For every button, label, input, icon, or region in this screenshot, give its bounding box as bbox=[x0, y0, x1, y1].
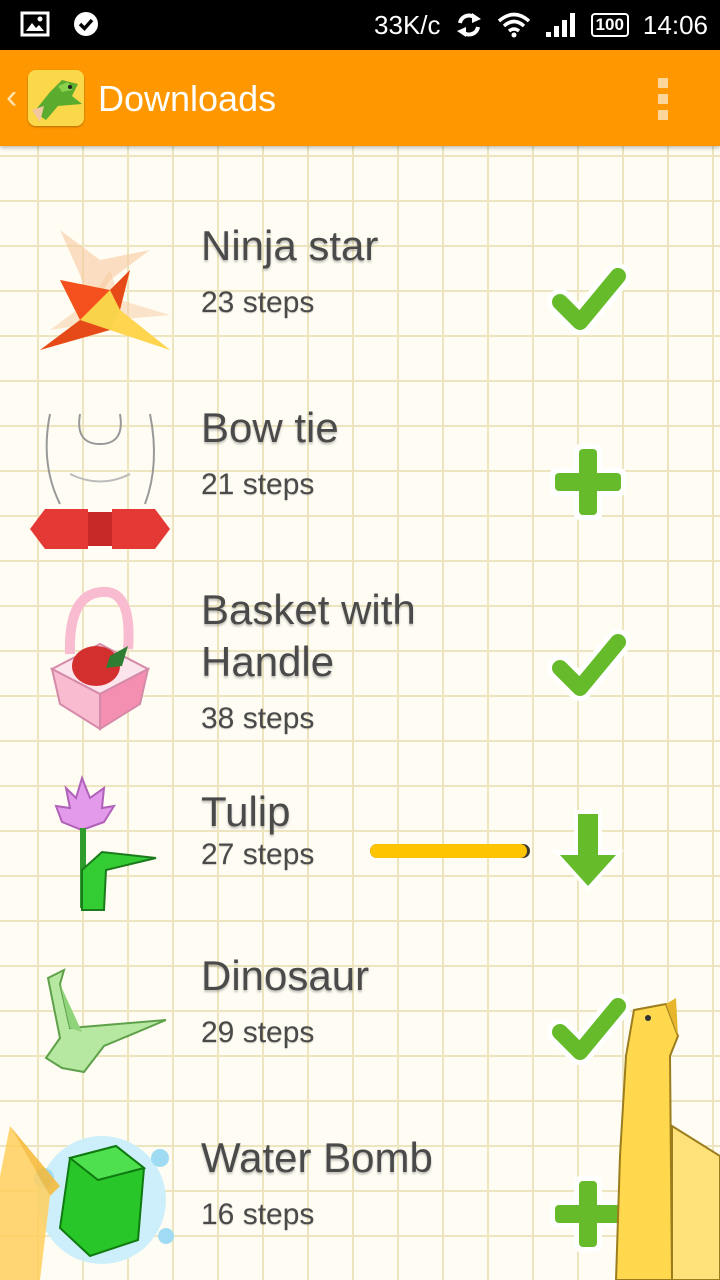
item-title: Bow tie bbox=[201, 404, 339, 451]
page-title: Downloads bbox=[98, 78, 277, 119]
item-steps: 27 steps bbox=[201, 838, 315, 871]
app-logo[interactable] bbox=[28, 70, 84, 126]
item-steps: 29 steps bbox=[201, 1016, 315, 1049]
item-steps: 23 steps bbox=[201, 286, 315, 319]
clock: 14:06 bbox=[642, 10, 708, 40]
check-notification-icon bbox=[74, 12, 98, 36]
item-title: Water Bomb bbox=[201, 1134, 433, 1181]
list-item[interactable]: Bow tie 21 steps bbox=[0, 382, 720, 562]
battery-indicator: 100 bbox=[590, 13, 629, 37]
basket-icon bbox=[49, 586, 151, 731]
add-icon[interactable] bbox=[546, 440, 630, 524]
network-speed: 33K/c bbox=[374, 10, 441, 40]
item-steps: 21 steps bbox=[201, 468, 315, 501]
overflow-menu-icon[interactable] bbox=[648, 74, 678, 124]
list-item[interactable]: Tulip 27 steps bbox=[0, 766, 720, 926]
download-progress-bar bbox=[370, 844, 530, 858]
item-title: Dinosaur bbox=[201, 952, 370, 999]
wifi-icon bbox=[497, 12, 530, 38]
item-title: Basket with Handle bbox=[201, 586, 416, 685]
list-item[interactable]: Basket with Handle 38 steps bbox=[0, 564, 720, 764]
origami-fox-decoration-icon bbox=[0, 1126, 60, 1280]
list-item[interactable]: Ninja star 23 steps bbox=[0, 200, 720, 380]
signal-icon bbox=[545, 13, 575, 37]
status-bar: 33K/c 100 14:06 bbox=[0, 0, 720, 50]
origami-giraffe-decoration-icon bbox=[614, 998, 720, 1280]
app-bar: ‹ Downloads bbox=[0, 50, 720, 146]
bow-tie-icon bbox=[30, 413, 170, 549]
ninja-star-icon bbox=[40, 230, 170, 350]
sync-icon bbox=[456, 13, 481, 37]
tulip-icon bbox=[54, 774, 157, 911]
back-chevron-icon[interactable]: ‹ bbox=[6, 78, 17, 117]
item-steps: 38 steps bbox=[201, 702, 315, 735]
item-steps: 16 steps bbox=[201, 1198, 315, 1231]
item-title: Tulip bbox=[201, 788, 291, 835]
downloaded-check-icon[interactable] bbox=[546, 258, 630, 342]
download-arrow-icon[interactable] bbox=[546, 810, 630, 894]
downloaded-check-icon[interactable] bbox=[546, 624, 630, 708]
item-title: Ninja star bbox=[201, 222, 379, 269]
dinosaur-icon bbox=[44, 968, 167, 1074]
dragon-logo-icon bbox=[28, 70, 84, 126]
gallery-notification-icon bbox=[20, 11, 50, 37]
download-progress-fill bbox=[370, 844, 527, 858]
